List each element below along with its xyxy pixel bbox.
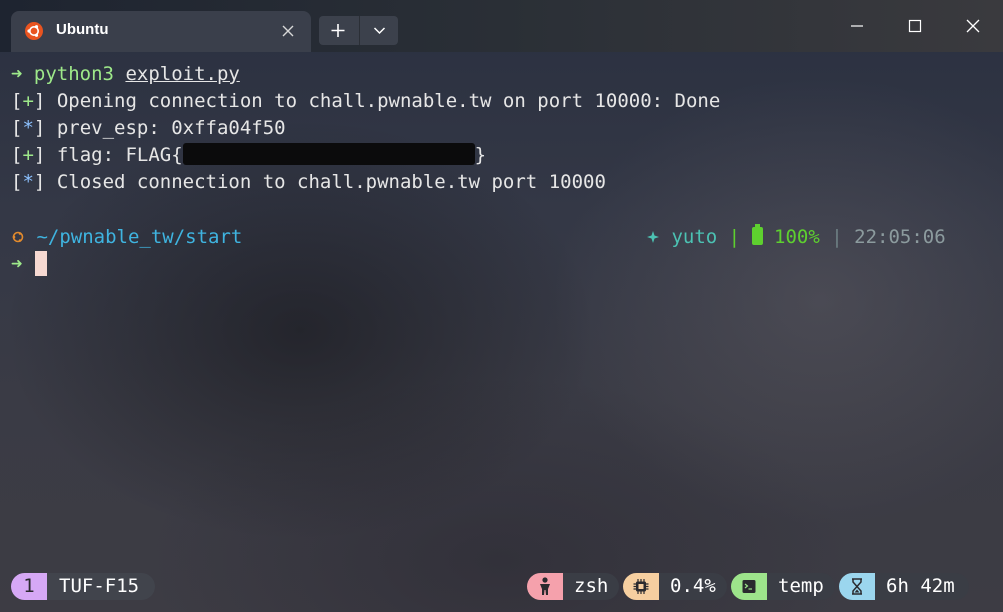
command: python3 <box>33 63 114 85</box>
tab-title: Ubuntu <box>56 21 109 38</box>
output-text: prev_esp: 0xffa04f50 <box>56 117 286 139</box>
prompt-user: yuto <box>671 226 718 248</box>
output-text: Closed connection to chall.pwnable.tw po… <box>56 171 606 193</box>
output-prefix: [*] <box>11 171 46 193</box>
cpu-icon <box>623 573 659 600</box>
prompt-separator: | <box>728 226 741 248</box>
tab-dropdown-button[interactable] <box>359 16 399 45</box>
terminal-window: Ubuntu ➜ python3 exploit.py [+] Opening … <box>0 0 1003 612</box>
maximize-button[interactable] <box>892 10 938 42</box>
chevron-down-icon <box>373 27 386 35</box>
status-cpu: 0.4% <box>623 573 727 600</box>
plus-icon <box>331 24 345 37</box>
flag-suffix: } <box>474 144 487 166</box>
command-line: ➜ python3 exploit.py <box>11 61 240 88</box>
redacted-flag <box>182 143 475 165</box>
status-shell: zsh <box>527 573 619 600</box>
output-line: [*] Closed connection to chall.pwnable.t… <box>11 169 606 196</box>
status-directory: temp <box>731 573 835 600</box>
prompt-path-home: ~/pwnable_tw/ <box>36 226 186 248</box>
os-icon <box>11 226 25 248</box>
window-close-icon <box>966 19 980 33</box>
window-close-button[interactable] <box>950 10 996 42</box>
maximize-icon <box>908 19 922 33</box>
output-line: [+] Opening connection to chall.pwnable.… <box>11 88 720 115</box>
prompt-line: ~/pwnable_tw/start <box>11 224 242 251</box>
person-icon <box>527 573 563 600</box>
prompt-arrow: ➜ <box>11 253 23 275</box>
output-prefix: [+] <box>11 144 46 166</box>
ubuntu-icon <box>25 22 43 40</box>
new-tab-group <box>319 16 398 45</box>
uptime-value: 6h 42m <box>886 575 955 597</box>
command-arg: exploit.py <box>125 63 240 85</box>
new-tab-button[interactable] <box>319 16 357 45</box>
terminal-output[interactable]: ➜ python3 exploit.py [+] Opening connect… <box>0 60 1003 570</box>
output-text: Opening connection to chall.pwnable.tw o… <box>56 90 721 112</box>
directory-name: temp <box>778 575 824 597</box>
output-line: [*] prev_esp: 0xffa04f50 <box>11 115 286 142</box>
close-icon[interactable] <box>281 23 295 37</box>
battery-icon <box>751 224 763 245</box>
title-bar: Ubuntu <box>0 0 1003 52</box>
tab-ubuntu[interactable]: Ubuntu <box>11 11 311 52</box>
minimize-icon <box>851 25 863 27</box>
right-prompt: yuto | 100% | 22:05:06 <box>646 224 946 251</box>
session-index: 1 <box>11 573 47 600</box>
text-cursor <box>35 251 47 276</box>
input-line[interactable]: ➜ <box>11 251 22 278</box>
tmux-status-bar: 1 TUF-F15 zsh 0.4% temp 6h 42m <box>0 571 1003 602</box>
cpu-usage: 0.4% <box>670 575 716 597</box>
session-indicator[interactable]: 1 TUF-F15 <box>11 573 155 600</box>
prompt-path-dir: start <box>185 226 243 248</box>
status-uptime: 6h 42m <box>839 573 969 600</box>
minimize-button[interactable] <box>834 10 880 42</box>
prompt-arrow: ➜ <box>11 63 23 85</box>
user-icon <box>646 226 660 248</box>
session-name: TUF-F15 <box>59 575 140 597</box>
terminal-icon <box>731 573 767 600</box>
output-prefix: [*] <box>11 117 46 139</box>
prompt-separator: | <box>831 226 843 248</box>
output-prefix: [+] <box>11 90 46 112</box>
hourglass-icon <box>839 573 875 600</box>
output-line: [+] flag: FLAG{} <box>11 142 486 169</box>
battery-level: 100% <box>774 226 820 248</box>
shell-name: zsh <box>574 575 609 597</box>
output-text: flag: FLAG{ <box>56 144 183 166</box>
prompt-time: 22:05:06 <box>854 226 946 248</box>
